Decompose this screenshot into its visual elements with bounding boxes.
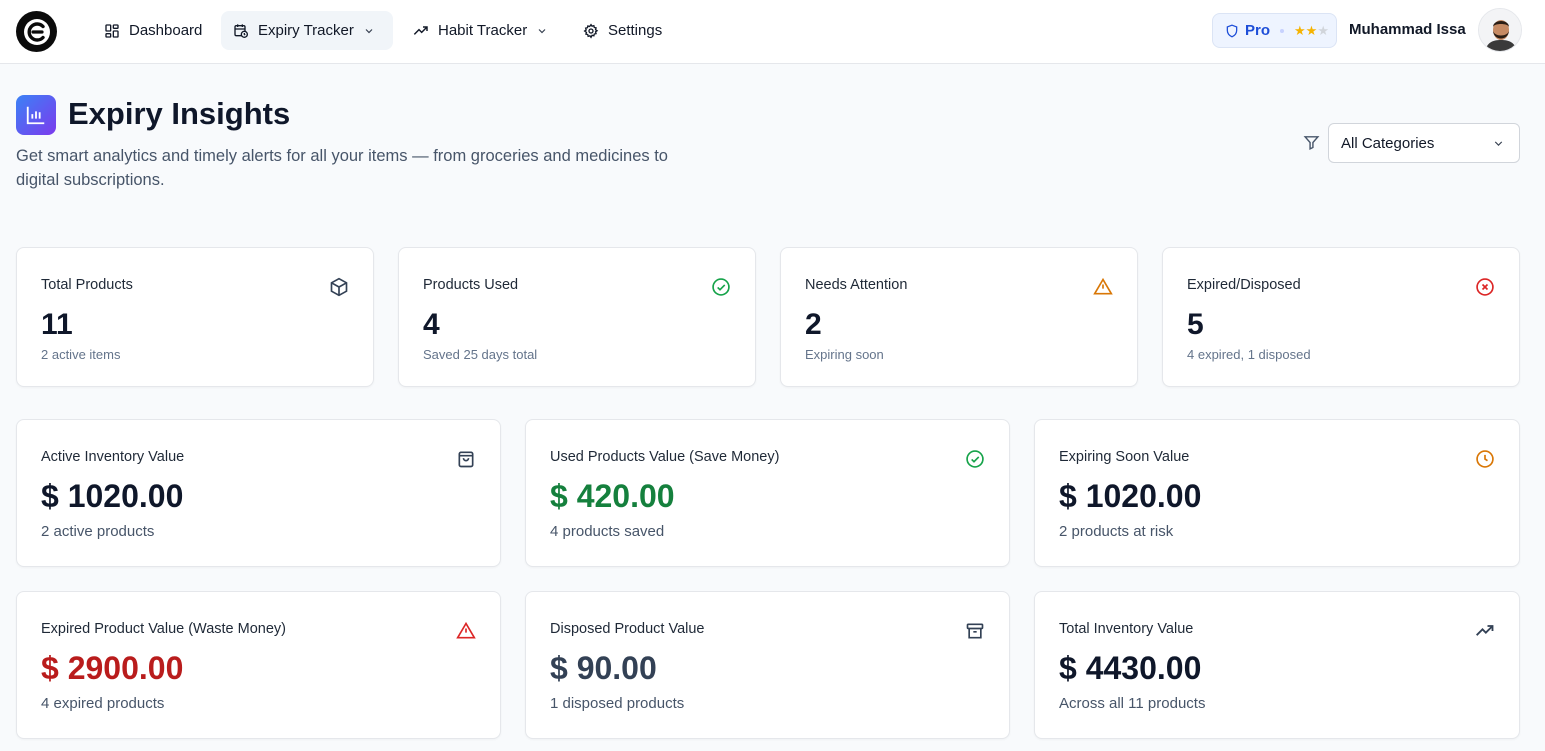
trending-up-icon xyxy=(1476,625,1494,636)
value-card-used-products: Used Products Value (Save Money) $ 420.0… xyxy=(525,419,1010,567)
stat-subtext: 2 active items xyxy=(41,347,121,362)
star-empty-icon: ★ xyxy=(1317,23,1329,38)
nav-expiry-tracker[interactable]: Expiry Tracker xyxy=(221,11,393,50)
chevron-down-icon xyxy=(538,28,546,33)
category-filter-value: All Categories xyxy=(1341,134,1435,152)
value-amount: $ 4430.00 xyxy=(1059,650,1202,686)
avatar[interactable] xyxy=(1478,8,1522,52)
stat-card-products-used: Products Used 4 Saved 25 days total xyxy=(398,247,756,387)
shopping-bag-icon xyxy=(458,451,474,468)
stat-card-total-products: Total Products 11 2 active items xyxy=(16,247,374,387)
stat-label: Needs Attention xyxy=(805,277,908,293)
filter-icon xyxy=(1303,136,1320,151)
stat-label: Total Products xyxy=(41,277,133,293)
top-navigation-bar: Dashboard Expiry Tracker Habit Tracker S… xyxy=(0,0,1545,64)
shield-icon xyxy=(1226,23,1238,38)
value-amount: $ 1020.00 xyxy=(1059,478,1202,514)
check-circle-icon xyxy=(966,450,984,468)
stat-subtext: 4 expired, 1 disposed xyxy=(1187,347,1311,362)
chevron-down-icon xyxy=(365,28,373,33)
value-subtext: 1 disposed products xyxy=(550,695,685,712)
chevron-down-icon xyxy=(1494,140,1503,146)
nav-habit-tracker-label: Habit Tracker xyxy=(438,22,528,39)
x-circle-icon xyxy=(1476,278,1494,296)
dashboard-icon xyxy=(105,23,119,38)
value-label: Used Products Value (Save Money) xyxy=(550,449,780,465)
nav-settings[interactable]: Settings xyxy=(571,11,674,50)
star-filled-icon: ★ xyxy=(1305,23,1318,38)
value-amount: $ 420.00 xyxy=(550,478,675,514)
nav-dashboard-label: Dashboard xyxy=(129,22,203,39)
star-filled-icon: ★ xyxy=(1294,23,1306,38)
stat-value: 5 xyxy=(1187,308,1204,341)
calendar-clock-icon xyxy=(234,23,248,38)
trending-up-icon xyxy=(413,25,428,35)
stat-label: Expired/Disposed xyxy=(1187,277,1301,293)
value-label: Active Inventory Value xyxy=(41,449,185,465)
nav-settings-label: Settings xyxy=(608,22,663,39)
warning-icon xyxy=(456,621,476,639)
plan-name: Pro xyxy=(1245,22,1271,39)
nav-expiry-tracker-label: Expiry Tracker xyxy=(258,22,354,39)
separator-dot xyxy=(1280,28,1285,33)
value-amount: $ 2900.00 xyxy=(41,650,184,686)
value-label: Total Inventory Value xyxy=(1059,621,1194,637)
warning-icon xyxy=(1093,277,1113,295)
stat-subtext: Expiring soon xyxy=(805,347,884,362)
value-label: Expired Product Value (Waste Money) xyxy=(41,621,286,637)
stat-subtext: Saved 25 days total xyxy=(423,347,538,362)
stat-card-needs-attention: Needs Attention 2 Expiring soon xyxy=(780,247,1138,387)
value-card-expiring-soon: Expiring Soon Value $ 1020.00 2 products… xyxy=(1034,419,1520,567)
value-card-active-inventory: Active Inventory Value $ 1020.00 2 activ… xyxy=(16,419,501,567)
stat-card-expired-disposed: Expired/Disposed 5 4 expired, 1 disposed xyxy=(1162,247,1520,387)
stat-value: 4 xyxy=(423,308,440,341)
value-amount: $ 90.00 xyxy=(550,650,657,686)
stat-label: Products Used xyxy=(423,277,519,293)
gear-icon xyxy=(583,23,599,39)
plan-badge[interactable]: Pro ★ ★ ★ xyxy=(1212,13,1337,48)
box-icon xyxy=(330,277,348,297)
page-subtitle: Get smart analytics and timely alerts fo… xyxy=(16,147,668,189)
clock-icon xyxy=(1476,450,1494,468)
value-label: Expiring Soon Value xyxy=(1059,449,1190,465)
page-title: Expiry Insights xyxy=(68,96,291,131)
app-logo[interactable] xyxy=(16,11,57,52)
value-subtext: 4 expired products xyxy=(41,695,165,712)
stat-value: 11 xyxy=(41,308,73,341)
value-label: Disposed Product Value xyxy=(550,621,705,637)
value-card-expired-waste: Expired Product Value (Waste Money) $ 29… xyxy=(16,591,501,739)
category-filter-select[interactable]: All Categories xyxy=(1328,123,1520,163)
value-card-disposed: Disposed Product Value $ 90.00 1 dispose… xyxy=(525,591,1010,739)
user-name[interactable]: Muhammad Issa xyxy=(1349,21,1466,38)
value-subtext: Across all 11 products xyxy=(1059,695,1206,712)
value-subtext: 4 products saved xyxy=(550,523,665,540)
check-circle-icon xyxy=(712,278,730,296)
value-subtext: 2 products at risk xyxy=(1059,523,1174,540)
nav-habit-tracker[interactable]: Habit Tracker xyxy=(401,11,560,50)
nav-dashboard[interactable]: Dashboard xyxy=(92,11,214,50)
insights-chart-icon xyxy=(16,95,56,135)
archive-icon xyxy=(966,623,984,639)
value-amount: $ 1020.00 xyxy=(41,478,184,514)
value-subtext: 2 active products xyxy=(41,523,155,540)
value-card-total-inventory: Total Inventory Value $ 4430.00 Across a… xyxy=(1034,591,1520,739)
stat-value: 2 xyxy=(805,308,822,341)
